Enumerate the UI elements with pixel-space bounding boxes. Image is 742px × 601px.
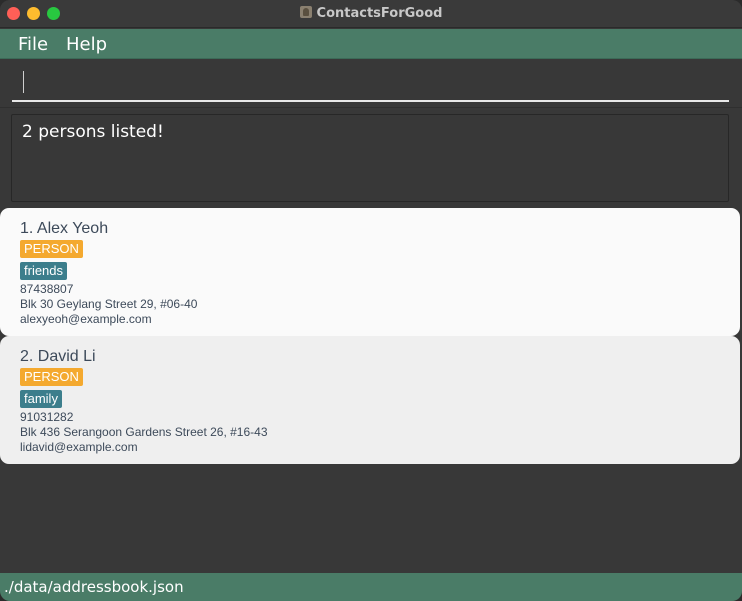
person-phone: 87438807 xyxy=(20,282,74,296)
command-input[interactable] xyxy=(12,68,729,102)
person-tag: family xyxy=(20,390,62,408)
menu-file[interactable]: File xyxy=(18,34,48,55)
app-window: ContactsForGood File Help 2 persons list… xyxy=(0,0,742,601)
save-file-path: ./data/addressbook.json xyxy=(4,578,184,596)
menu-help[interactable]: Help xyxy=(66,34,107,55)
role-tag: PERSON xyxy=(20,368,83,386)
window-title: ContactsForGood xyxy=(316,6,443,21)
result-message: 2 persons listed! xyxy=(22,122,164,142)
status-bar: ./data/addressbook.json xyxy=(0,573,742,601)
command-box-panel xyxy=(0,60,742,108)
person-email: alexyeoh@example.com xyxy=(20,312,152,326)
app-icon xyxy=(299,6,312,18)
person-card[interactable]: 2. David Li PERSON family 91031282 Blk 4… xyxy=(0,336,740,464)
text-caret xyxy=(23,71,24,93)
person-email: lidavid@example.com xyxy=(20,440,138,454)
menu-bar: File Help xyxy=(0,29,742,59)
person-card[interactable]: 1. Alex Yeoh PERSON friends 87438807 Blk… xyxy=(0,208,740,336)
person-address: Blk 30 Geylang Street 29, #06-40 xyxy=(20,297,198,311)
person-tag: friends xyxy=(20,262,68,280)
person-list-panel[interactable]: 1. Alex Yeoh PERSON friends 87438807 Blk… xyxy=(0,208,742,572)
person-phone: 91031282 xyxy=(20,410,74,424)
role-tag: PERSON xyxy=(20,240,83,258)
person-name: 1. Alex Yeoh xyxy=(20,220,109,237)
result-display: 2 persons listed! xyxy=(11,114,729,202)
person-name: 2. David Li xyxy=(20,348,96,365)
window-title-group: ContactsForGood xyxy=(0,6,742,21)
person-address: Blk 436 Serangoon Gardens Street 26, #16… xyxy=(20,425,268,439)
title-bar: ContactsForGood xyxy=(0,0,742,28)
